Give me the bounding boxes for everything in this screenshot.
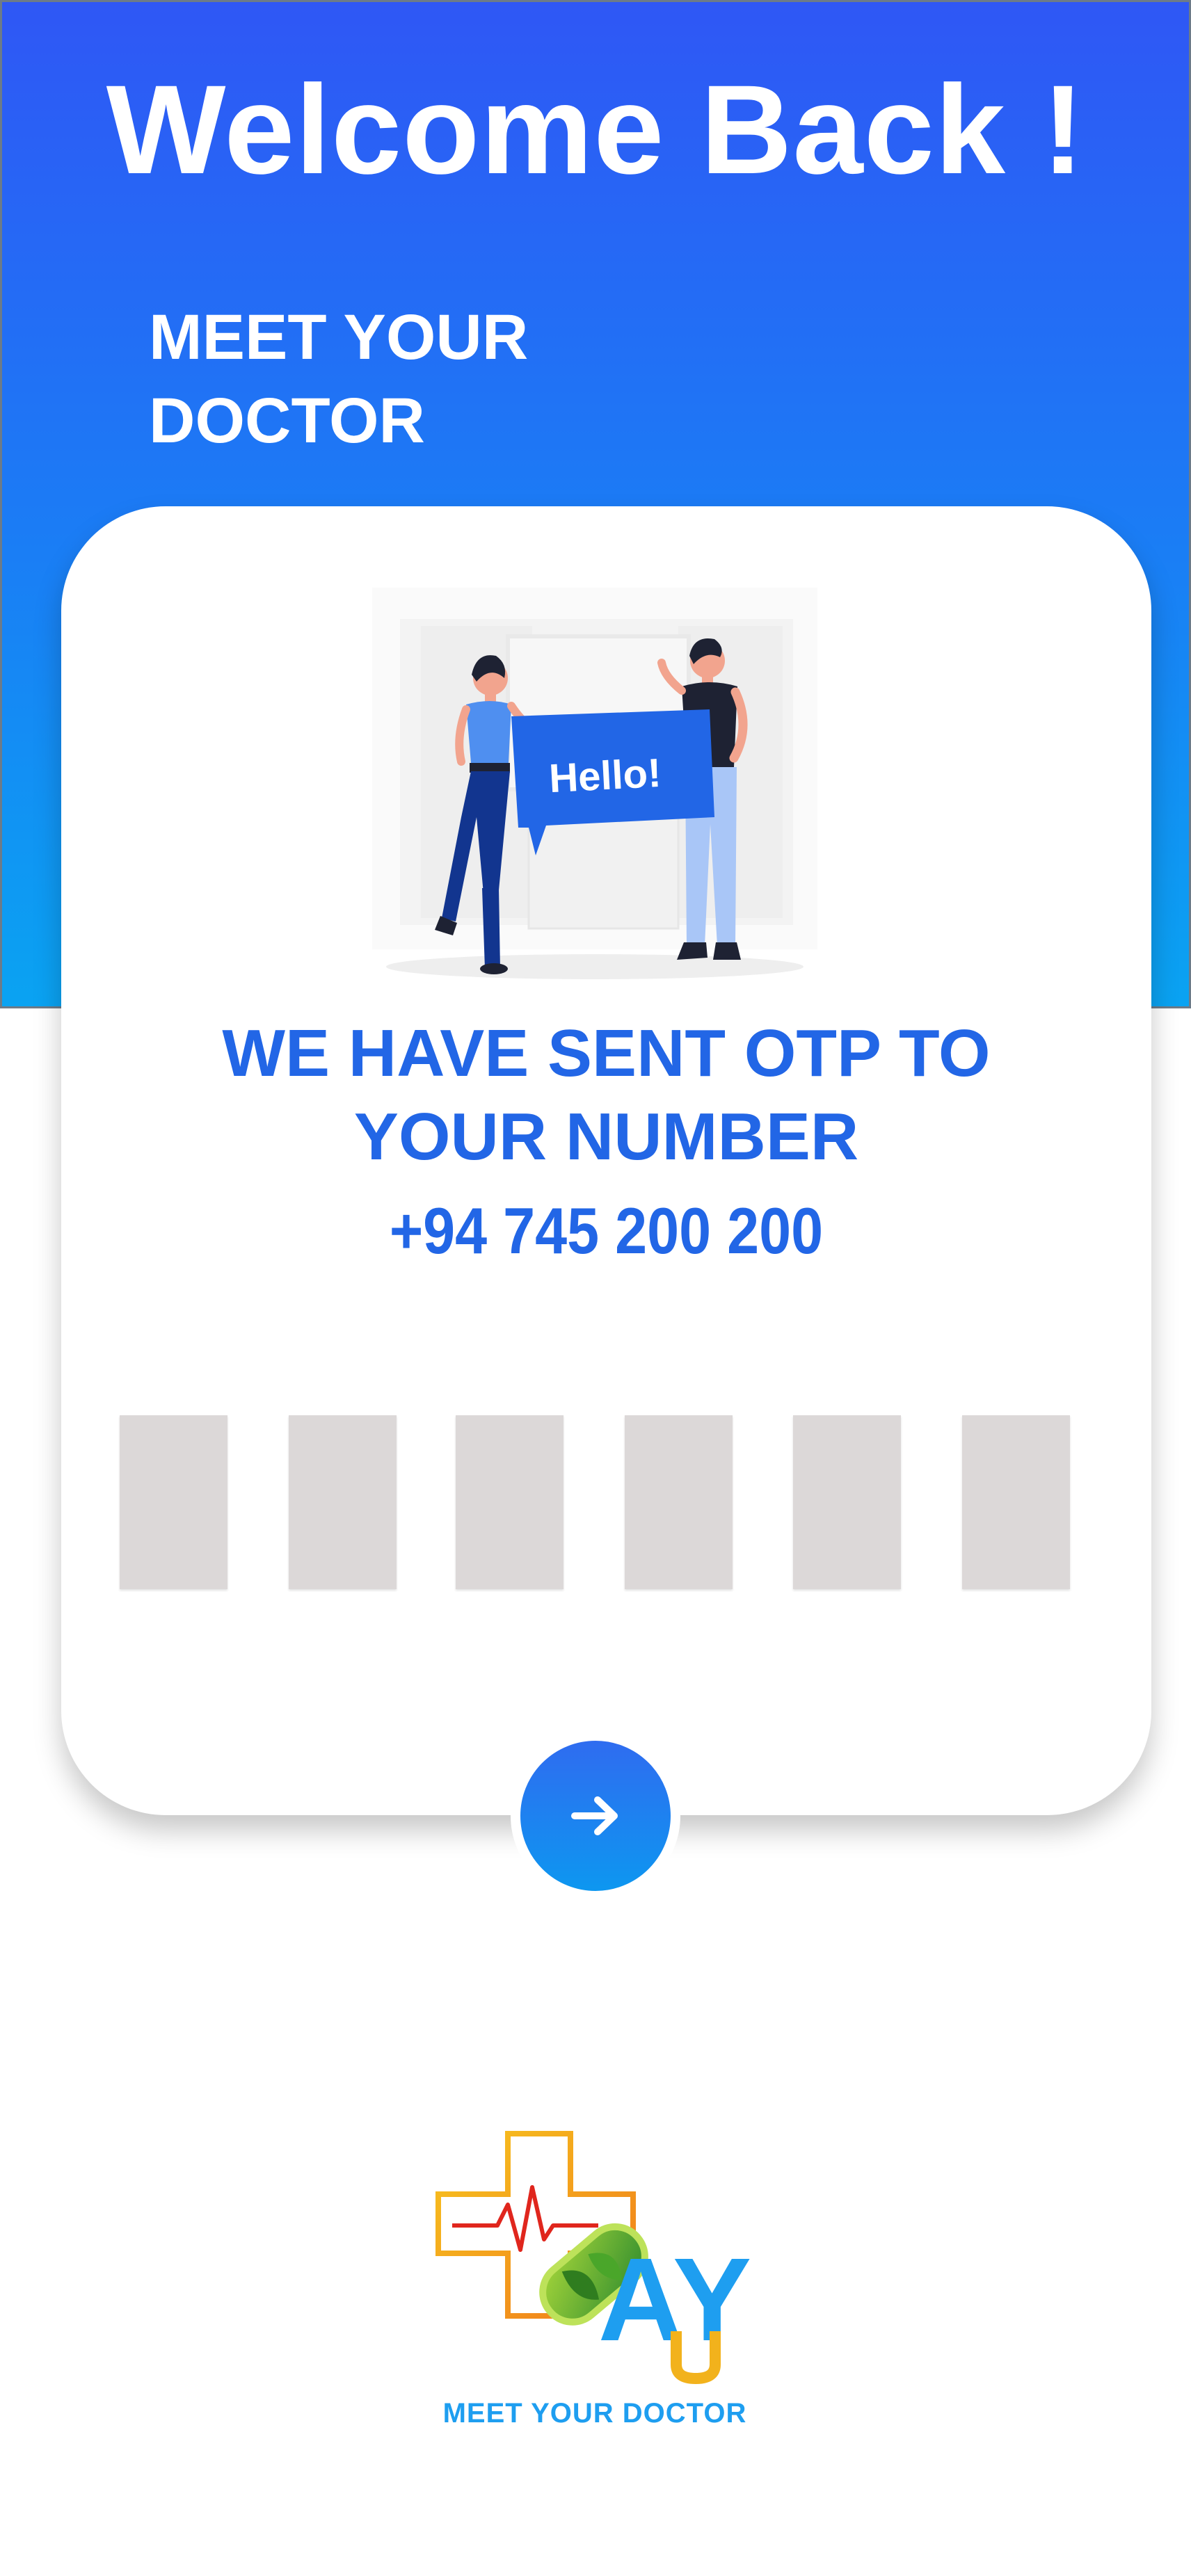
brand-tagline: MEET YOUR DOCTOR — [442, 2398, 747, 2429]
phone-number: +94 745 200 200 — [389, 1194, 824, 1267]
otp-digit-3[interactable] — [456, 1415, 563, 1589]
arrow-right-icon — [571, 1796, 618, 1835]
otp-message-line-1: WE HAVE SENT OTP TO — [222, 1016, 991, 1090]
illustration-dresser — [527, 816, 680, 930]
otp-digit-6[interactable] — [962, 1415, 1070, 1589]
subtitle-line-2: DOCTOR — [149, 385, 425, 456]
brand-logo: AY — [435, 2131, 751, 2385]
otp-digit-1[interactable] — [120, 1415, 227, 1589]
app-subtitle: MEET YOUR DOCTOR — [149, 296, 528, 462]
otp-digit-5[interactable] — [793, 1415, 901, 1589]
otp-digit-2[interactable] — [289, 1415, 397, 1589]
page-title: Welcome Back ! — [106, 58, 1085, 200]
bubble-text: Hello! — [548, 750, 662, 801]
people-greeting-illustration: Hello! — [372, 588, 817, 979]
otp-message-line-2: YOUR NUMBER — [353, 1100, 859, 1174]
next-button[interactable] — [511, 1731, 680, 1901]
otp-sent-message: WE HAVE SENT OTP TO YOUR NUMBER — [61, 1012, 1151, 1179]
otp-digit-4[interactable] — [625, 1415, 733, 1589]
illustration-floor-shadow — [386, 954, 804, 979]
subtitle-line-1: MEET YOUR — [149, 302, 529, 373]
